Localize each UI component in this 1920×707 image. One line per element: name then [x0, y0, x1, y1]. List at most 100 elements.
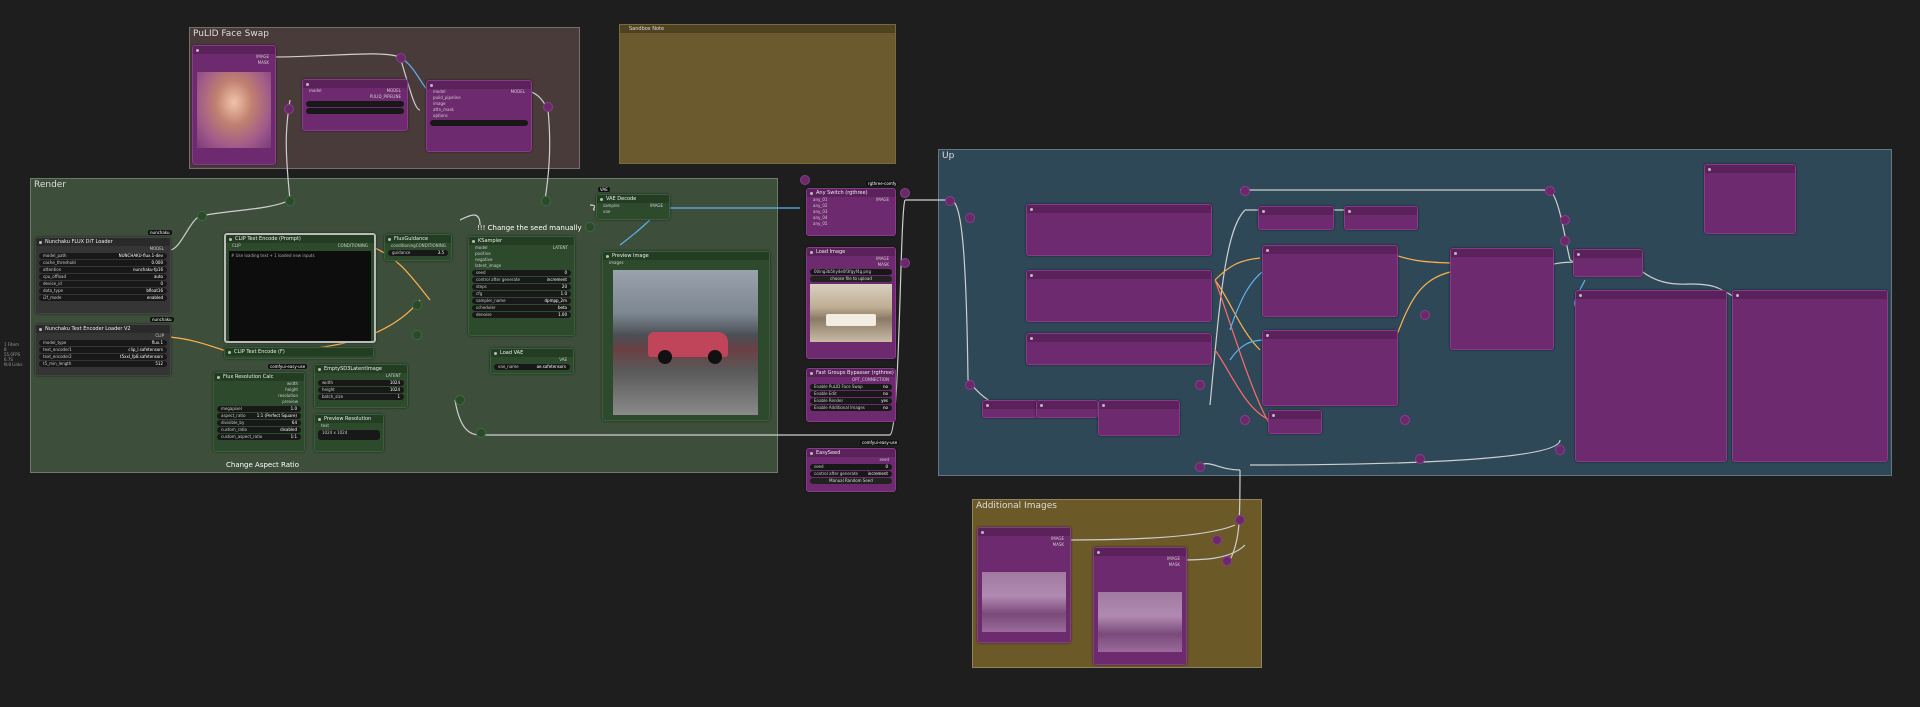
reroute[interactable] [1420, 310, 1430, 320]
output-latent[interactable]: LATENT [315, 373, 407, 379]
node-up-j[interactable] [1704, 164, 1796, 234]
reroute[interactable] [1212, 535, 1222, 545]
widget-aspect-ratio[interactable]: aspect_ratio 1:1 (Perfect Square) [217, 413, 301, 419]
slot-conditioning[interactable]: conditioning CONDITIONING [385, 243, 451, 249]
widget-megapixel[interactable]: megapixel 1.0 [217, 406, 301, 412]
widget-denoise[interactable]: denoise 1.00 [472, 312, 571, 318]
widget-width[interactable]: width 1024 [318, 380, 404, 386]
widget-t5-min-length[interactable]: t5_min_length 512 [39, 361, 167, 367]
node-clip-text-encode-negative[interactable]: CLIP Text Encode (F) [224, 347, 374, 359]
node-flux-resolution-calc[interactable]: Flux Resolution Calc width height resolu… [213, 372, 305, 452]
reroute[interactable] [945, 196, 955, 206]
node-ksampler[interactable]: KSampler model LATENT positive negative l… [468, 236, 575, 336]
widget[interactable] [306, 101, 404, 107]
reroute[interactable] [900, 258, 910, 268]
widget-height[interactable]: height 1024 [318, 387, 404, 393]
reroute[interactable] [1545, 186, 1555, 196]
slot-any05[interactable]: any_05 [807, 221, 895, 227]
slot-pulid[interactable]: PULID_PIPELINE [303, 94, 407, 100]
output-preview[interactable]: preview [214, 399, 304, 405]
node-fast-groups-bypasser[interactable]: Fast Groups Bypasser (rgthree) OPT_CONNE… [806, 368, 896, 422]
widget-custom-ratio[interactable]: custom_ratio disabled [217, 427, 301, 433]
reroute[interactable] [1555, 445, 1565, 455]
node-nunchaku-text-encoder-loader[interactable]: Nunchaku Text Encoder Loader V2 CLIP mod… [35, 324, 171, 376]
output-mask[interactable]: MASK [193, 60, 275, 66]
reroute[interactable] [585, 222, 595, 232]
widget-guidance[interactable]: guidance 3.5 [388, 250, 448, 256]
widget-i2f-mode[interactable]: i2f_mode enabled [39, 295, 167, 301]
node-pulid-apply[interactable]: model MODEL PULID_PIPELINE [302, 79, 408, 131]
sandbox-note[interactable]: Sandbox Note [619, 24, 896, 164]
node-up-h[interactable] [1450, 248, 1554, 350]
reroute[interactable] [800, 175, 810, 185]
slot-options[interactable]: options [427, 113, 531, 119]
node-load-face-image[interactable]: IMAGE MASK [192, 45, 276, 165]
toggle-edit[interactable]: Enable Edit no [810, 391, 892, 397]
widget-attention[interactable]: attention nunchaku-fp16 [39, 267, 167, 273]
slot-opt-connection[interactable]: OPT_CONNECTION [807, 377, 895, 383]
reroute[interactable] [455, 395, 465, 405]
reroute[interactable] [965, 380, 975, 390]
node-up-k[interactable] [1575, 290, 1727, 462]
widget-control-after[interactable]: control after generate increment [472, 277, 571, 283]
widget[interactable] [306, 108, 404, 114]
node-vae-decode[interactable]: VAE Decode samples IMAGE vae [596, 194, 670, 220]
widget-seed[interactable]: seed 0 [810, 464, 892, 470]
reroute[interactable] [1195, 380, 1205, 390]
output-model[interactable]: MODEL [36, 246, 170, 252]
node-flux-guidance[interactable]: FluxGuidance conditioning CONDITIONING gu… [384, 234, 452, 261]
node-empty-sd3-latent[interactable]: EmptySD3LatentImage LATENT width 1024 hei… [314, 364, 408, 408]
widget-cache-threshold[interactable]: cache_threshold 0.000 [39, 260, 167, 266]
output-clip[interactable]: CLIP [36, 333, 170, 339]
reroute[interactable] [396, 53, 406, 63]
reroute[interactable] [1560, 236, 1570, 246]
node-clip-text-encode-prompt[interactable]: CLIP Text Encode (Prompt) CLIP CONDITIONI… [224, 233, 376, 343]
node-nunchaku-flux-dit-loader[interactable]: Nunchaku FLUX DiT Loader MODEL model_pat… [35, 237, 171, 314]
reroute[interactable] [965, 213, 975, 223]
slot-vae[interactable]: vae [597, 209, 669, 215]
node-up-d[interactable] [1258, 206, 1334, 230]
widget[interactable] [430, 120, 528, 126]
reroute[interactable] [1195, 462, 1205, 472]
widget-cfg[interactable]: cfg 1.0 [472, 291, 571, 297]
node-up-g[interactable] [1262, 330, 1398, 406]
reroute[interactable] [197, 211, 207, 221]
widget-steps[interactable]: steps 20 [472, 284, 571, 290]
reroute[interactable] [1222, 556, 1232, 566]
widget-image-file[interactable]: 00ing3b5hy4e0f3fgyf4g.png [810, 269, 892, 275]
node-preview-image[interactable]: Preview Image images [602, 251, 770, 421]
node-up-b[interactable] [1026, 270, 1212, 322]
slot-images[interactable]: images [603, 260, 769, 266]
reroute[interactable] [1400, 415, 1410, 425]
widget-data-type[interactable]: data_type bfloat16 [39, 288, 167, 294]
output-mask[interactable]: MASK [978, 542, 1070, 548]
reroute[interactable] [1415, 454, 1425, 464]
output-mask[interactable]: MASK [1094, 562, 1186, 568]
reroute[interactable] [476, 428, 486, 438]
prompt-textarea[interactable]: # Use loading text + 1 loaded new inputs [229, 251, 371, 341]
widget-seed[interactable]: seed 0 [472, 270, 571, 276]
node-load-vae[interactable]: Load VAE VAE vae_name ae.safetensors [490, 348, 574, 374]
node-up-p[interactable] [1268, 410, 1322, 434]
reroute[interactable] [284, 104, 294, 114]
node-up-o[interactable] [1098, 400, 1180, 436]
slot-clip[interactable]: CLIP CONDITIONING [226, 243, 374, 249]
widget-sampler[interactable]: sampler_name dpmpp_2m [472, 298, 571, 304]
reroute[interactable] [412, 300, 422, 310]
reroute[interactable] [1240, 186, 1250, 196]
node-additional-image-1[interactable]: IMAGE MASK [977, 527, 1071, 643]
widget-text-encoder2[interactable]: text_encoder2 t5xxl_fp8.safetensors [39, 354, 167, 360]
manual-random-seed-button[interactable]: Manual Random Seed [810, 478, 892, 484]
widget-control-after[interactable]: control after generate increment [810, 471, 892, 477]
reroute[interactable] [543, 102, 553, 112]
choose-file-button[interactable]: choose file to upload [810, 276, 892, 282]
reroute[interactable] [285, 196, 295, 206]
toggle-additional[interactable]: Enable Additional Images no [810, 405, 892, 411]
node-up-m[interactable] [982, 400, 1038, 418]
node-up-a[interactable] [1026, 204, 1212, 256]
node-up-n[interactable] [1036, 400, 1098, 418]
node-preview-resolution[interactable]: Preview Resolution text 1024 x 1024 [314, 414, 384, 452]
reroute[interactable] [900, 188, 910, 198]
widget-model-type[interactable]: model_type flux.1 [39, 340, 167, 346]
reroute[interactable] [412, 330, 422, 340]
